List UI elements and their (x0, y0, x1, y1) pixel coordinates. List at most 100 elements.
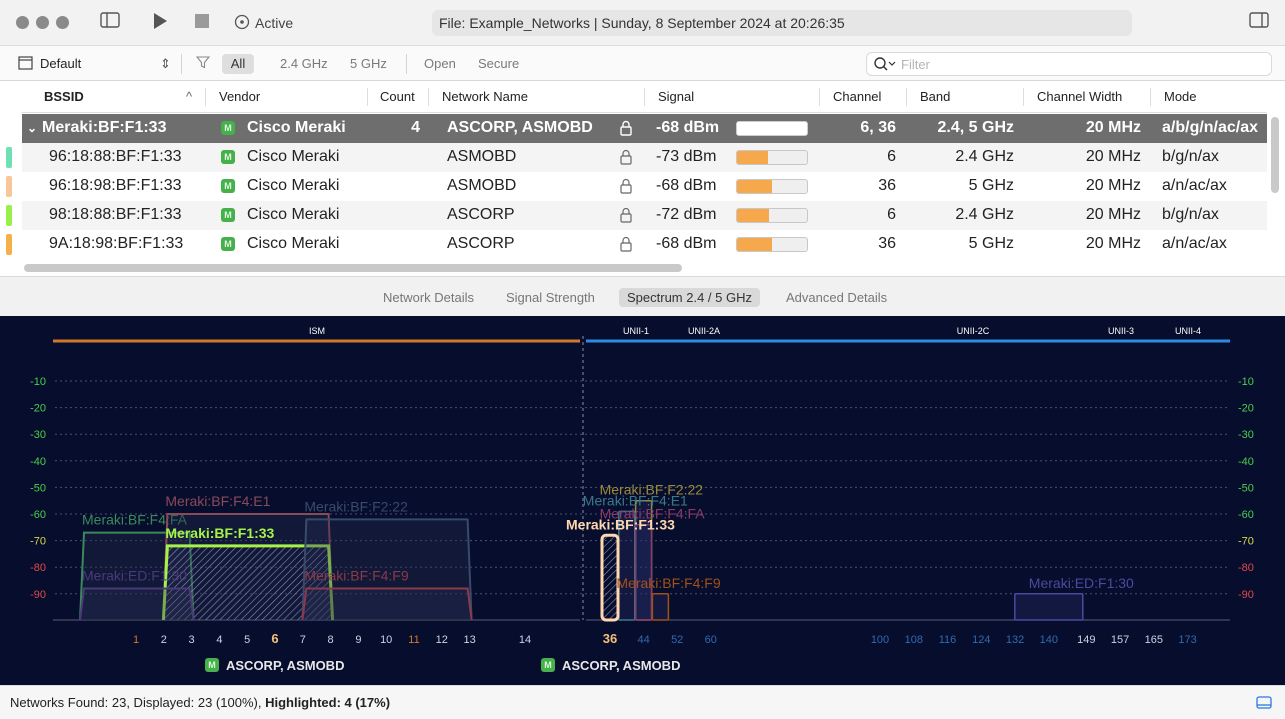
signal-cell: -72 dBm (656, 206, 717, 223)
table-row[interactable]: 96:18:98:BF:F1:33 M Cisco Meraki ASMOBD -68 … (22, 172, 1267, 201)
filter-all-button[interactable]: All (222, 54, 254, 74)
channel-cell: 36 (878, 235, 896, 252)
close-window-button[interactable] (16, 16, 29, 29)
filter-24ghz-button[interactable]: 2.4 GHz (280, 56, 328, 71)
band-cell: 2.4 GHz (955, 206, 1014, 223)
table-row[interactable]: 9A:18:98:BF:F1:33 M Cisco Meraki ASCORP -68 … (22, 230, 1267, 259)
column-divider[interactable] (205, 88, 206, 106)
table-row[interactable]: 96:18:88:BF:F1:33 M Cisco Meraki ASMOBD -73 … (22, 143, 1267, 172)
x-tick-label: 108 (905, 634, 923, 646)
profile-select[interactable]: Default (40, 56, 81, 71)
column-header-signal[interactable]: Signal (658, 89, 694, 104)
x-tick-label: 2 (161, 634, 167, 646)
x-tick-label: 124 (972, 634, 990, 646)
channel-cell: 6 (887, 148, 896, 165)
column-divider[interactable] (1150, 88, 1151, 106)
tab-advanced-details[interactable]: Advanced Details (778, 288, 895, 307)
horizontal-scrollbar[interactable] (24, 264, 682, 272)
band-label: UNII-4 (1175, 326, 1201, 336)
column-header-vendor[interactable]: Vendor (219, 89, 260, 104)
search-box[interactable] (866, 52, 1272, 76)
width-cell: 20 MHz (1085, 235, 1141, 252)
play-icon[interactable] (152, 12, 168, 36)
x-tick-label: 6 (271, 631, 278, 646)
y-tick-label: -20 (30, 403, 46, 415)
column-header-band[interactable]: Band (920, 89, 950, 104)
filter-5ghz-button[interactable]: 5 GHz (350, 56, 387, 71)
table-row[interactable]: 98:18:88:BF:F1:33 M Cisco Meraki ASCORP -72 … (22, 201, 1267, 230)
y-tick-label: -90 (1238, 589, 1254, 601)
column-header-count[interactable]: Count (380, 89, 415, 104)
filter-open-button[interactable]: Open (424, 56, 456, 71)
x-tick-label: 13 (463, 634, 475, 646)
column-header-mode[interactable]: Mode (1164, 89, 1197, 104)
network-trace (1014, 593, 1084, 621)
stop-icon[interactable] (195, 12, 209, 36)
signal-bar-fill (737, 209, 769, 222)
count-cell: 4 (411, 119, 420, 136)
column-divider[interactable] (1023, 88, 1024, 106)
sort-ascending-icon[interactable]: ^ (186, 89, 192, 104)
vendor-cell: Cisco Meraki (247, 235, 340, 252)
column-divider[interactable] (367, 88, 368, 106)
signal-cell: -68 dBm (656, 177, 717, 194)
target-icon[interactable] (234, 12, 250, 36)
mode-cell: b/g/n/ax (1162, 148, 1219, 165)
mode-cell: b/g/n/ax (1162, 206, 1219, 223)
x-tick-label: 116 (939, 634, 957, 646)
column-divider[interactable] (906, 88, 907, 106)
tab-spectrum[interactable]: Spectrum 2.4 / 5 GHz (619, 288, 760, 307)
column-divider[interactable] (428, 88, 429, 106)
chevron-down-icon[interactable]: ⌄ (27, 121, 37, 135)
x-tick-label: 157 (1111, 634, 1129, 646)
tab-signal-strength[interactable]: Signal Strength (498, 288, 603, 307)
search-input[interactable] (901, 56, 1261, 72)
funnel-icon[interactable] (195, 55, 211, 72)
column-header-bssid[interactable]: BSSID (44, 89, 84, 104)
y-tick-label: -80 (30, 562, 46, 574)
search-icon[interactable] (873, 56, 897, 75)
legend-5ghz: ASCORP, ASMOBD (562, 658, 681, 673)
sidebar-toggle-icon[interactable] (100, 12, 120, 34)
channel-cell: 36 (878, 177, 896, 194)
band-cell: 2.4 GHz (955, 148, 1014, 165)
bssid-cell: 9A:18:98:BF:F1:33 (49, 235, 184, 252)
minimize-window-button[interactable] (36, 16, 49, 29)
signal-bar-fill (737, 122, 772, 135)
divider (406, 54, 407, 74)
chevron-updown-icon[interactable]: ⇕ (160, 56, 171, 72)
band-cell: 2.4, 5 GHz (937, 119, 1014, 136)
panel-toggle-icon[interactable] (1256, 696, 1272, 713)
column-header-channel[interactable]: Channel (833, 89, 881, 104)
signal-bar-fill (737, 238, 772, 251)
inspector-toggle-icon[interactable] (1249, 12, 1269, 34)
x-tick-label: 9 (355, 634, 361, 646)
table-header: BSSID ^ Vendor Count Network Name Signal… (22, 81, 1267, 113)
width-cell: 20 MHz (1085, 206, 1141, 223)
network-cell: ASMOBD (447, 148, 517, 165)
vertical-scrollbar[interactable] (1271, 117, 1279, 193)
zoom-window-button[interactable] (56, 16, 69, 29)
tab-network-details[interactable]: Network Details (375, 288, 482, 307)
width-cell: 20 MHz (1085, 148, 1141, 165)
bssid-cell: Meraki:BF:F1:33 (42, 119, 167, 136)
meraki-logo-icon: M (221, 179, 235, 193)
channel-cell: 6, 36 (860, 119, 896, 136)
network-cell: ASMOBD (447, 177, 517, 194)
filter-toolbar: Default ⇕ All 2.4 GHz 5 GHz Open Secure (0, 46, 1285, 81)
status-highlighted: Highlighted: 4 (17%) (265, 695, 391, 710)
signal-bar (736, 179, 808, 194)
column-header-network-name[interactable]: Network Name (442, 89, 528, 104)
y-tick-label: -10 (1238, 376, 1254, 388)
y-tick-label: -20 (1238, 403, 1254, 415)
filter-secure-button[interactable]: Secure (478, 56, 519, 71)
column-header-channel-width[interactable]: Channel Width (1037, 89, 1122, 104)
table-row-group[interactable]: ⌄ Meraki:BF:F1:33 M Cisco Meraki 4 ASCOR… (22, 114, 1267, 143)
status-bar: Networks Found: 23, Displayed: 23 (100%)… (0, 685, 1285, 719)
profile-icon (18, 55, 34, 74)
signal-bar-fill (737, 180, 772, 193)
network-label: Meraki:ED:F1:30 (1029, 575, 1134, 591)
column-divider[interactable] (644, 88, 645, 106)
width-cell: 20 MHz (1085, 177, 1141, 194)
column-divider[interactable] (819, 88, 820, 106)
